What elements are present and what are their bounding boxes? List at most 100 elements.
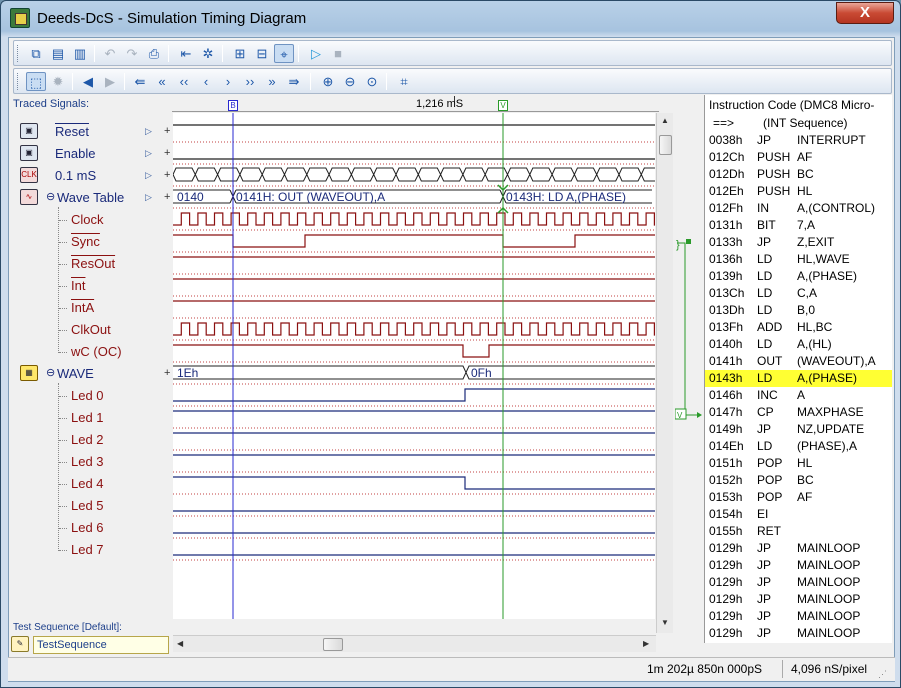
code-row[interactable]: 0129h JP MAINLOOP [705, 540, 892, 557]
code-row[interactable]: 0129h JP MAINLOOP [705, 608, 892, 625]
signal-label-led-4[interactable]: Led 4 [71, 476, 104, 491]
expand-arrow-icon[interactable]: ▷ [145, 170, 152, 181]
code-row[interactable]: 0153h POP AF [705, 489, 892, 506]
signal-label-wave[interactable]: WAVE [57, 366, 94, 381]
signal-label-led-6[interactable]: Led 6 [71, 520, 104, 535]
paste-icon[interactable]: ▥ [70, 44, 90, 63]
waveform-canvas[interactable]: 0140 0141H: OUT (WAVEOUT),A 0143H: LD A,(P… [173, 113, 655, 619]
document-icon[interactable]: ▤ [48, 44, 68, 63]
instruction-code-panel[interactable]: Instruction Code (DMC8 Micro- ==> (INT S… [704, 95, 892, 643]
fast-forward-icon[interactable]: ›› [240, 72, 260, 91]
signal-label-resout[interactable]: ResOut [71, 256, 115, 271]
expand-arrow-icon[interactable]: ▷ [145, 126, 152, 137]
back-icon[interactable]: ◀ [78, 72, 98, 91]
signal-label-sync[interactable]: Sync [71, 234, 100, 249]
goto-start-icon[interactable]: ⇤ [176, 44, 196, 63]
gear-icon[interactable]: ✹ [48, 72, 68, 91]
signal-label-led-3[interactable]: Led 3 [71, 454, 104, 469]
signal-label-enable[interactable]: Enable [55, 146, 95, 161]
print-preview-icon[interactable]: ⎙ [144, 44, 164, 63]
signal-label-clock[interactable]: Clock [71, 212, 104, 227]
cursor-a-marker[interactable]: B [228, 100, 238, 111]
title-bar[interactable]: Deeds-DcS - Simulation Timing Diagram X [1, 1, 900, 35]
code-row[interactable]: 0154h EI [705, 506, 892, 523]
forward-icon[interactable]: ▶ [100, 72, 120, 91]
signal-label-wc-oc[interactable]: wC (OC) [71, 344, 122, 359]
test-sequence-field[interactable]: TestSequence [33, 636, 169, 654]
pointer-tool-icon[interactable]: ⬚ [26, 72, 46, 91]
add-marker-icon[interactable]: + [164, 125, 170, 137]
code-row[interactable]: 0152h POP BC [705, 472, 892, 489]
code-row[interactable]: 0149h JP NZ,UPDATE [705, 421, 892, 438]
zoom-fit-icon[interactable]: ⊙ [362, 72, 382, 91]
align-icon[interactable]: ⊟ [252, 44, 272, 63]
step-forward-icon[interactable]: › [218, 72, 238, 91]
add-marker-icon[interactable]: + [164, 191, 170, 203]
undo-icon[interactable]: ↶ [100, 44, 120, 63]
code-row[interactable]: 0147h CP MAXPHASE [705, 404, 892, 421]
vertical-scrollbar[interactable]: ▲ ▼ [656, 113, 673, 633]
toolbar-grip[interactable] [17, 45, 20, 62]
resize-grip-icon[interactable]: ⋰ [878, 669, 888, 679]
play-icon[interactable]: ▷ [306, 44, 326, 63]
code-row[interactable]: 0140h LD A,(HL) [705, 336, 892, 353]
collapse-icon[interactable]: ⊖ [46, 190, 55, 203]
code-row[interactable]: 012Fh IN A,(CONTROL) [705, 200, 892, 217]
scroll-left-arrow[interactable]: ◀ [177, 639, 183, 648]
code-row[interactable]: 0139h LD A,(PHASE) [705, 268, 892, 285]
code-row[interactable]: 0133h JP Z,EXIT [705, 234, 892, 251]
code-row[interactable]: 012Ch PUSH AF [705, 149, 892, 166]
code-row[interactable]: 0151h POP HL [705, 455, 892, 472]
code-row[interactable]: 012Eh PUSH HL [705, 183, 892, 200]
collapse-icon[interactable]: ⊖ [46, 366, 55, 379]
goto-end-icon[interactable]: ⇛ [284, 72, 304, 91]
signal-label-led-0[interactable]: Led 0 [71, 388, 104, 403]
horizontal-scroll-thumb[interactable] [323, 638, 343, 651]
code-row[interactable]: 0141h OUT (WAVEOUT),A [705, 353, 892, 370]
signal-label-0-1-ms[interactable]: 0.1 mS [55, 168, 96, 183]
close-button[interactable]: X [836, 2, 894, 24]
goto-begin-icon[interactable]: ⇚ [130, 72, 150, 91]
scroll-up-arrow[interactable]: ▲ [661, 116, 669, 125]
signal-label-led-1[interactable]: Led 1 [71, 410, 104, 425]
signal-label-int[interactable]: Int [71, 278, 85, 293]
code-row[interactable]: 0143h LD A,(PHASE) [705, 370, 892, 387]
code-row[interactable]: 0038h JP INTERRUPT [705, 132, 892, 149]
code-row[interactable]: 013Fh ADD HL,BC [705, 319, 892, 336]
code-row[interactable]: 0129h JP MAINLOOP [705, 625, 892, 642]
vertical-scroll-thumb[interactable] [659, 135, 672, 155]
signal-label-reset[interactable]: Reset [55, 124, 89, 139]
expand-arrow-icon[interactable]: ▷ [145, 148, 152, 159]
fast-rewind-icon[interactable]: « [152, 72, 172, 91]
code-row[interactable]: 0129h JP MAINLOOP [705, 574, 892, 591]
signal-label-led-7[interactable]: Led 7 [71, 542, 104, 557]
copy-diagram-icon[interactable]: ⧉ [26, 44, 46, 63]
signal-label-led-2[interactable]: Led 2 [71, 432, 104, 447]
step-back-icon[interactable]: ‹ [196, 72, 216, 91]
code-row[interactable]: 0131h BIT 7,A [705, 217, 892, 234]
expand-arrow-icon[interactable]: ▷ [145, 192, 152, 203]
signal-label-clkout[interactable]: ClkOut [71, 322, 111, 337]
zoom-out-icon[interactable]: ⊖ [340, 72, 360, 91]
code-row[interactable]: 0129h JP MAINLOOP [705, 557, 892, 574]
redo-icon[interactable]: ↷ [122, 44, 142, 63]
code-row[interactable]: 013Dh LD B,0 [705, 302, 892, 319]
code-row[interactable]: 0136h LD HL,WAVE [705, 251, 892, 268]
toolbar-grip[interactable] [17, 73, 20, 90]
scroll-down-arrow[interactable]: ▼ [661, 618, 669, 627]
code-row[interactable]: 0146h INC A [705, 387, 892, 404]
cursor-b-marker[interactable]: V [498, 100, 508, 111]
code-row[interactable]: 013Ch LD C,A [705, 285, 892, 302]
fit-icon[interactable]: ⊞ [230, 44, 250, 63]
horizontal-scrollbar[interactable]: ◀ ▶ [173, 635, 656, 652]
add-marker-icon[interactable]: + [164, 147, 170, 159]
code-row[interactable]: 0129h JP MAINLOOP [705, 591, 892, 608]
rewind-icon[interactable]: ‹‹ [174, 72, 194, 91]
signal-label-inta[interactable]: IntA [71, 300, 94, 315]
add-marker-icon[interactable]: + [164, 169, 170, 181]
zoom-in-icon[interactable]: ⊕ [318, 72, 338, 91]
stop-icon[interactable]: ■ [328, 44, 348, 63]
select-mode-icon[interactable]: ⌖ [274, 44, 294, 63]
code-row[interactable]: 014Eh LD (PHASE),A [705, 438, 892, 455]
code-row[interactable]: 0155h RET [705, 523, 892, 540]
